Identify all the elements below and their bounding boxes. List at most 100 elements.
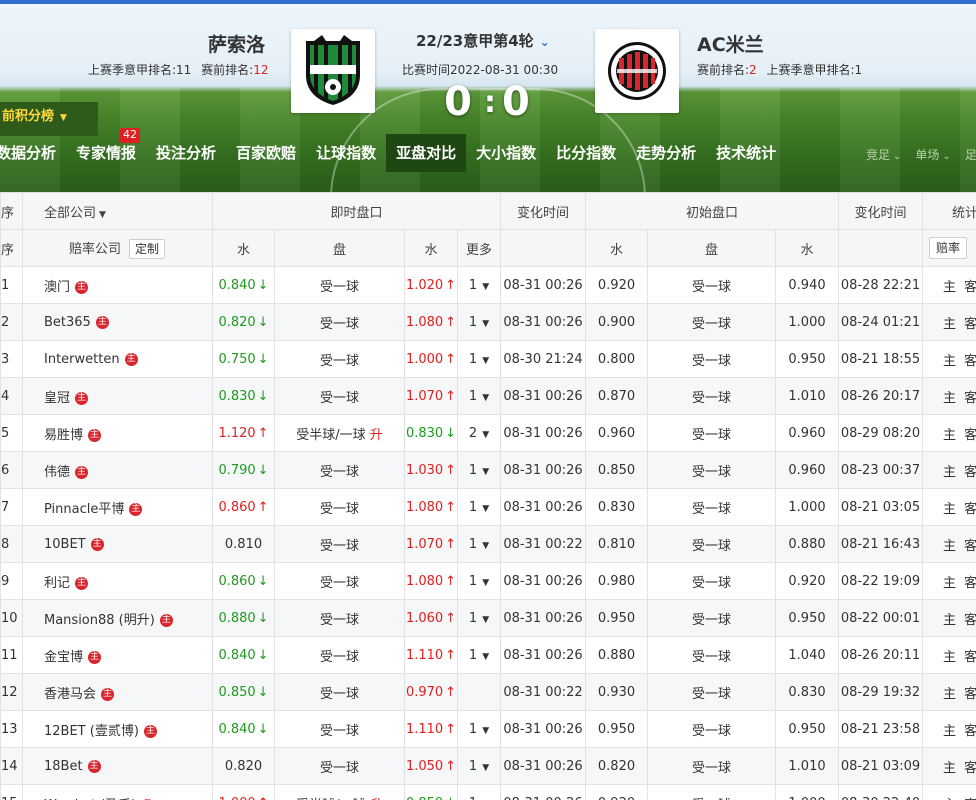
home-away-links[interactable]: 主 客 [922,562,976,600]
odds-button[interactable]: 赔率 [929,237,968,259]
more-dropdown[interactable]: 1▼ [469,315,489,330]
table-row[interactable]: 11 金宝博主 0.840 ↓ 受一球 1.110 ↑ 1 ▼ 08-31 00:26 0.880 受… [0,636,976,674]
filter-jingzu[interactable]: 竞足 ⌄ [866,146,901,163]
more-dropdown[interactable]: 1▼ [469,537,489,552]
table-row[interactable]: 3 Interwetten 主 0.750 ↓ 受一球 1.000 ↑ 1 ▼ 08-30 21:2… [0,340,976,378]
home-away-links[interactable]: 主 客 [922,488,976,526]
table-row[interactable]: 1 澳门主 0.840 ↓ 受一球 1.020 ↑ 1 ▼ 08-31 00:26 0.920 受一球… [0,266,976,304]
home-away-links[interactable]: 主 客 [922,525,976,563]
away-team-name[interactable]: AC米兰 [697,30,764,57]
round-selector[interactable]: 22/23意甲第4轮 ⌄ [416,30,550,51]
more-dropdown[interactable]: 1▼ [469,648,489,663]
more-cell[interactable]: 1▼ [456,636,502,674]
company-cell[interactable]: Pinnacle平博主 [22,488,213,526]
company-cell[interactable]: Wewbet (盈禾)主 [22,784,213,800]
more-cell[interactable]: 2 ▼ [456,414,502,452]
company-cell[interactable]: 澳门主 [22,266,213,304]
more-cell[interactable]: 1▼ [456,784,502,800]
more-cell[interactable]: 1▼ [456,562,502,600]
table-row[interactable]: 9 利记主 0.860 ↓ 受一球 1.080 ↑ 1 ▼ 08-31 00:26 0.980 受一球… [0,562,976,600]
table-row[interactable]: 12 香港马会主 0.850 ↓ 受一球 0.970 ↑ 08-31 00:22 0.930 受一… [0,673,976,711]
table-row[interactable]: 7 Pinnacle平博主 0.860 ↑ 受一球 1.080 ↑ 1 ▼ 08-31 00:26… [0,488,976,526]
home-away-links[interactable]: 主 客 [922,784,976,800]
nav-tab-6[interactable]: 大小指数 [466,134,546,172]
company-cell[interactable]: 12BET (壹贰博) 主 [22,710,213,748]
more-dropdown[interactable]: 1▼ [469,500,489,515]
more-dropdown[interactable]: 2 ▼ [469,426,489,441]
more-cell[interactable]: 1▼ [456,377,502,415]
nav-tab-4[interactable]: 让球指数 [306,134,386,172]
home-away-links[interactable]: 主 客 [922,340,976,378]
more-dropdown[interactable]: 1▼ [469,463,489,478]
nav-tab-2[interactable]: 投注分析 [146,134,226,172]
table-row[interactable]: 6 伟德主 0.790 ↓ 受一球 1.030 ↑ 1 ▼ 08-31 00:26 0.850 受一球… [0,451,976,489]
company-cell[interactable]: 伟德主 [22,451,213,489]
table-row[interactable]: 13 12BET (壹贰博) 主 0.840 ↓ 受一球 1.110 ↑ 1 ▼ 08-31 00:… [0,710,976,748]
more-dropdown[interactable]: 1▼ [469,759,489,774]
more-dropdown[interactable]: 1▼ [469,611,489,626]
customize-button[interactable]: 定制 [129,238,166,259]
nav-tab-7[interactable]: 比分指数 [546,134,626,172]
more-dropdown[interactable]: 1▼ [469,352,489,367]
nav-tab-0[interactable]: 数据分析 [0,134,66,172]
more-cell[interactable]: 1▼ [456,747,502,785]
home-away-links[interactable]: 主 客 [922,414,976,452]
more-cell[interactable]: 1▼ [456,266,502,304]
home-away-links[interactable]: 主 客 [922,599,976,637]
more-cell[interactable]: 1▼ [456,340,502,378]
more-cell[interactable]: 1▼ [456,451,502,489]
more-dropdown[interactable]: 1▼ [469,574,489,589]
away-team-logo[interactable] [595,29,679,113]
initial-water-away: 0.920 [775,562,840,600]
home-away-links[interactable]: 主 客 [922,377,976,415]
more-cell[interactable]: 1▼ [456,488,502,526]
table-row[interactable]: 2 Bet365 主 0.820 ↓ 受一球 1.080 ↑ 1 ▼ 08-31 00:26 0.90… [0,303,976,341]
row-index: 2 [0,303,23,341]
table-row[interactable]: 15Wewbet (盈禾)主1.000↑受半球/一球升0.850↓1▼08-31… [0,784,976,800]
nav-tab-1[interactable]: 专家情报 42 [66,128,146,172]
company-cell[interactable]: 香港马会主 [22,673,213,711]
home-away-links[interactable]: 主 客 [922,451,976,489]
home-away-links[interactable]: 主 客 [922,673,976,711]
company-cell[interactable]: Mansion88 (明升) 主 [22,599,213,637]
home-away-links[interactable]: 主 客 [922,747,976,785]
more-dropdown[interactable]: 1▼ [469,278,489,293]
more-dropdown[interactable]: 1▼ [469,722,489,737]
table-row[interactable]: 4 皇冠主 0.830 ↓ 受一球 1.070 ↑ 1 ▼ 08-31 00:26 0.870 受一球… [0,377,976,415]
table-row[interactable]: 10 Mansion88 (明升) 主 0.880 ↓ 受一球 1.060 ↑ 1 ▼ 08-31 … [0,599,976,637]
company-filter[interactable]: 全部公司 ▼ [22,192,213,230]
company-cell[interactable]: Interwetten 主 [22,340,213,378]
standings-tab[interactable]: 前积分榜 ▼ [0,102,98,136]
more-dropdown[interactable]: 1▼ [469,389,489,404]
more-cell[interactable]: 1▼ [456,710,502,748]
home-away-links[interactable]: 主 客 [922,303,976,341]
filter-danchang[interactable]: 单场 ⌄ [915,146,950,163]
more-cell[interactable] [456,673,502,711]
initial-water-away: 1.010 [775,377,840,415]
home-away-links[interactable]: 主 客 [922,266,976,304]
table-row[interactable]: 14 18Bet 主 0.820 受一球 1.050 ↑ 1 ▼ 08-31 00:26 0.820… [0,747,976,785]
company-cell[interactable]: 金宝博主 [22,636,213,674]
home-away-links[interactable]: 主 客 [922,636,976,674]
nav-tab-9[interactable]: 技术统计 [706,134,786,172]
filter-zu[interactable]: 足 [965,146,976,163]
more-dropdown[interactable]: 1▼ [469,796,489,800]
company-cell[interactable]: 18Bet 主 [22,747,213,785]
nav-tab-3[interactable]: 百家欧赔 [226,134,306,172]
live-water-home: 0.820 ↓ [212,303,275,341]
home-away-links[interactable]: 主 客 [922,710,976,748]
nav-tab-8[interactable]: 走势分析 [626,134,706,172]
company-cell[interactable]: 利记主 [22,562,213,600]
more-cell[interactable]: 1▼ [456,525,502,563]
more-cell[interactable]: 1▼ [456,599,502,637]
more-cell[interactable]: 1▼ [456,303,502,341]
company-cell[interactable]: Bet365 主 [22,303,213,341]
table-row[interactable]: 8 10BET 主 0.810 受一球 1.070 ↑ 1 ▼ 08-31 00:22 0.810 受… [0,525,976,563]
company-cell[interactable]: 皇冠主 [22,377,213,415]
home-team-logo[interactable] [291,29,375,113]
table-row[interactable]: 5 易胜博主 1.120 ↑ 受半球/一球升 0.830 ↓ 2 ▼ 08-31 00:26 0.9… [0,414,976,452]
company-cell[interactable]: 易胜博主 [22,414,213,452]
company-cell[interactable]: 10BET 主 [22,525,213,563]
home-team-name[interactable]: 萨索洛 [208,30,265,57]
nav-tab-5[interactable]: 亚盘对比 [386,134,467,172]
